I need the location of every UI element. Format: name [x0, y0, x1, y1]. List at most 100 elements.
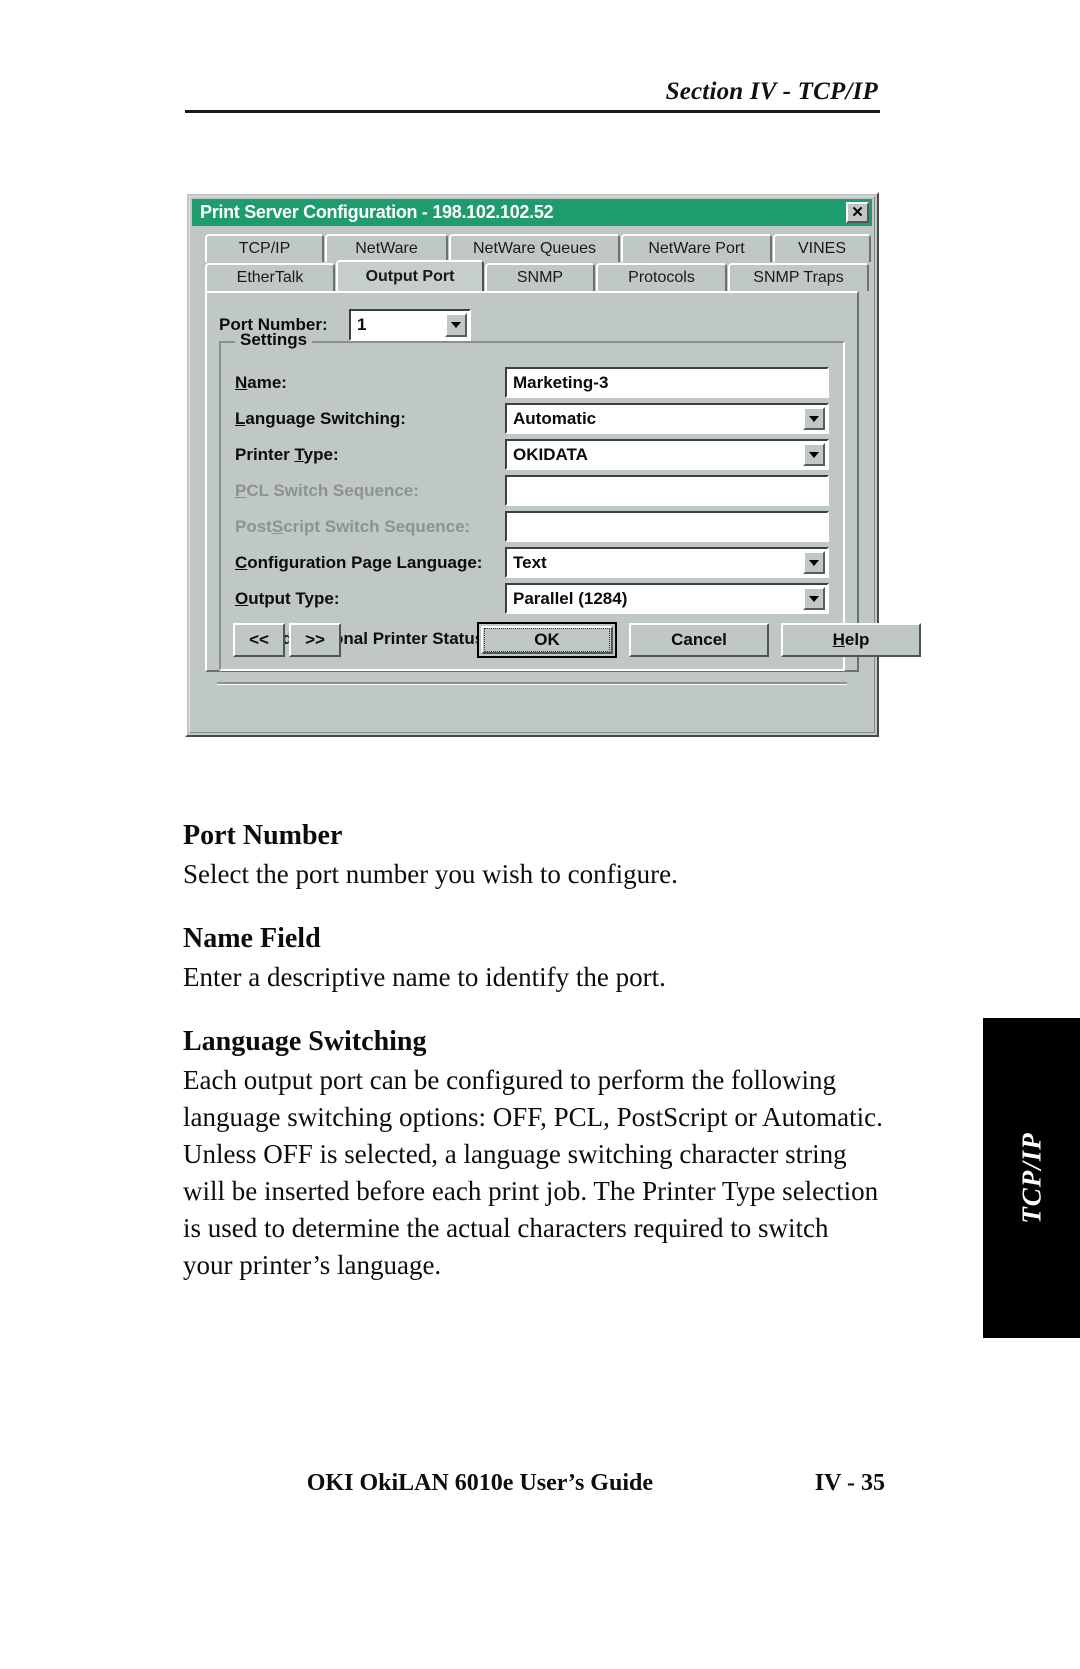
language-switching-value: Automatic: [513, 408, 597, 428]
label-part: Printer: [235, 444, 295, 464]
tab-label: TCP/IP: [238, 240, 291, 257]
tab-label: Output Port: [365, 267, 455, 285]
tab-tcpip[interactable]: TCP/IP: [205, 234, 324, 262]
name-value: Marketing-3: [513, 372, 609, 392]
label-part: elp: [844, 630, 870, 649]
cancel-button[interactable]: Cancel: [629, 623, 769, 657]
ok-focus-ring: [484, 628, 610, 652]
label-part: Post: [235, 516, 272, 536]
paragraph-language-switching: Each output port can be configured to pe…: [183, 1065, 883, 1280]
chevron-down-icon[interactable]: [445, 313, 467, 337]
ok-button[interactable]: OK: [477, 622, 617, 658]
tab-netware-queues[interactable]: NetWare Queues: [449, 234, 620, 262]
tab-row-secondary: EtherTalk Output Port SNMP Protocols SNM…: [205, 260, 870, 291]
page-header: Section IV - TCP/IP: [185, 78, 880, 113]
field-label-postscript-switch-sequence: PostScript Switch Sequence:: [235, 517, 505, 537]
field-label-pcl-switch-sequence: PCL Switch Sequence:: [235, 481, 505, 501]
output-type-dropdown[interactable]: Parallel (1284): [505, 583, 829, 614]
field-label-name: Name:: [235, 373, 505, 393]
label-accesskey: N: [235, 372, 248, 392]
tab-label: NetWare: [355, 240, 418, 257]
port-number-value: 1: [357, 315, 367, 334]
label-part: ype:: [303, 444, 339, 464]
field-language-switching: Language Switching: Automatic: [235, 403, 829, 434]
field-label-printer-type: Printer Type:: [235, 445, 505, 465]
label-accesskey: O: [235, 588, 249, 608]
pcl-switch-sequence-input: [505, 475, 829, 506]
dialog-titlebar[interactable]: Print Server Configuration - 198.102.102…: [192, 199, 872, 226]
field-printer-type: Printer Type: OKIDATA: [235, 439, 829, 470]
label-part: ame:: [247, 372, 287, 392]
printer-type-value: OKIDATA: [513, 444, 588, 464]
tab-ethertalk[interactable]: EtherTalk: [205, 263, 335, 291]
tab-label: EtherTalk: [236, 269, 304, 286]
footer-page-number: IV - 35: [814, 1470, 885, 1496]
label-accesskey: L: [235, 408, 246, 428]
chevron-down-icon[interactable]: [803, 551, 825, 574]
next-button[interactable]: >>: [289, 623, 341, 657]
tab-label: SNMP: [516, 269, 564, 286]
field-label-configuration-page-language: Configuration Page Language:: [235, 553, 505, 573]
output-port-panel: Port Number: 1 Settings Name: Marketing-…: [205, 291, 921, 685]
postscript-switch-sequence-input: [505, 511, 829, 542]
tab-label: VINES: [797, 240, 846, 257]
language-switching-dropdown[interactable]: Automatic: [505, 403, 829, 434]
label-accesskey: S: [271, 516, 284, 536]
print-server-configuration-dialog: Print Server Configuration - 198.102.102…: [185, 192, 921, 737]
configuration-page-language-dropdown[interactable]: Text: [505, 547, 829, 578]
tab-output-port[interactable]: Output Port: [336, 260, 484, 291]
paragraph-port-number: Select the port number you wish to confi…: [183, 859, 678, 889]
label-accesskey: T: [294, 444, 304, 464]
configuration-page-language-value: Text: [513, 552, 547, 572]
field-postscript-switch-sequence: PostScript Switch Sequence:: [235, 511, 829, 542]
side-thumb-tab-label: TCP/IP: [1016, 1132, 1046, 1224]
side-thumb-tab: TCP/IP: [983, 1018, 1080, 1338]
button-bar-divider: [217, 682, 847, 685]
printer-type-dropdown[interactable]: OKIDATA: [505, 439, 829, 470]
header-rule: [185, 110, 880, 113]
tab-netware-port[interactable]: NetWare Port: [621, 234, 772, 262]
label-part: anguage Switching:: [245, 408, 406, 428]
chevron-down-icon[interactable]: [803, 443, 825, 466]
tab-row-primary: TCP/IP NetWare NetWare Queues NetWare Po…: [205, 234, 872, 262]
page-footer: OKI OkiLAN 6010e User’s Guide IV - 35: [185, 1470, 885, 1497]
label-part: onfiguration Page Language:: [247, 552, 483, 572]
label-accesskey: H: [832, 630, 845, 649]
close-icon[interactable]: ✕: [846, 202, 869, 223]
field-configuration-page-language: Configuration Page Language: Text: [235, 547, 829, 578]
dialog-button-bar: << >> OK Cancel Help: [221, 622, 921, 659]
heading-port-number: Port Number: [183, 820, 343, 851]
port-number-dropdown[interactable]: 1: [349, 309, 471, 341]
label-accesskey: P: [235, 480, 247, 500]
tab-vines[interactable]: VINES: [773, 234, 871, 262]
label-part: cript Switch Sequence:: [283, 516, 471, 536]
field-label-output-type: Output Type:: [235, 589, 505, 609]
tab-label: SNMP Traps: [753, 269, 844, 286]
field-name: Name: Marketing-3: [235, 367, 829, 398]
dialog-title: Print Server Configuration - 198.102.102…: [200, 202, 554, 222]
settings-legend: Settings: [235, 330, 313, 350]
section-title: Section IV - TCP/IP: [665, 78, 878, 105]
output-type-value: Parallel (1284): [513, 588, 628, 608]
tab-snmp-traps[interactable]: SNMP Traps: [728, 263, 869, 291]
paragraph-name-field: Enter a descriptive name to identify the…: [183, 962, 666, 992]
field-pcl-switch-sequence: PCL Switch Sequence:: [235, 475, 829, 506]
chevron-down-icon[interactable]: [803, 587, 825, 610]
label-part: utput Type:: [248, 588, 340, 608]
field-output-type: Output Type: Parallel (1284): [235, 583, 829, 614]
field-label-language-switching: Language Switching:: [235, 409, 505, 429]
tab-snmp[interactable]: SNMP: [485, 263, 595, 291]
chevron-down-icon[interactable]: [803, 407, 825, 430]
tab-label: NetWare Queues: [472, 240, 596, 257]
heading-name-field: Name Field: [183, 923, 321, 954]
previous-button[interactable]: <<: [233, 623, 285, 657]
footer-guide-title: OKI OkiLAN 6010e User’s Guide: [306, 1470, 653, 1496]
tab-label: NetWare Port: [648, 240, 745, 257]
heading-language-switching: Language Switching: [183, 1026, 427, 1057]
label-accesskey: C: [235, 552, 248, 572]
tab-netware[interactable]: NetWare: [325, 234, 448, 262]
help-button[interactable]: Help: [781, 623, 921, 657]
tab-protocols[interactable]: Protocols: [596, 263, 727, 291]
label-part: CL Switch Sequence:: [246, 480, 419, 500]
name-input[interactable]: Marketing-3: [505, 367, 829, 398]
